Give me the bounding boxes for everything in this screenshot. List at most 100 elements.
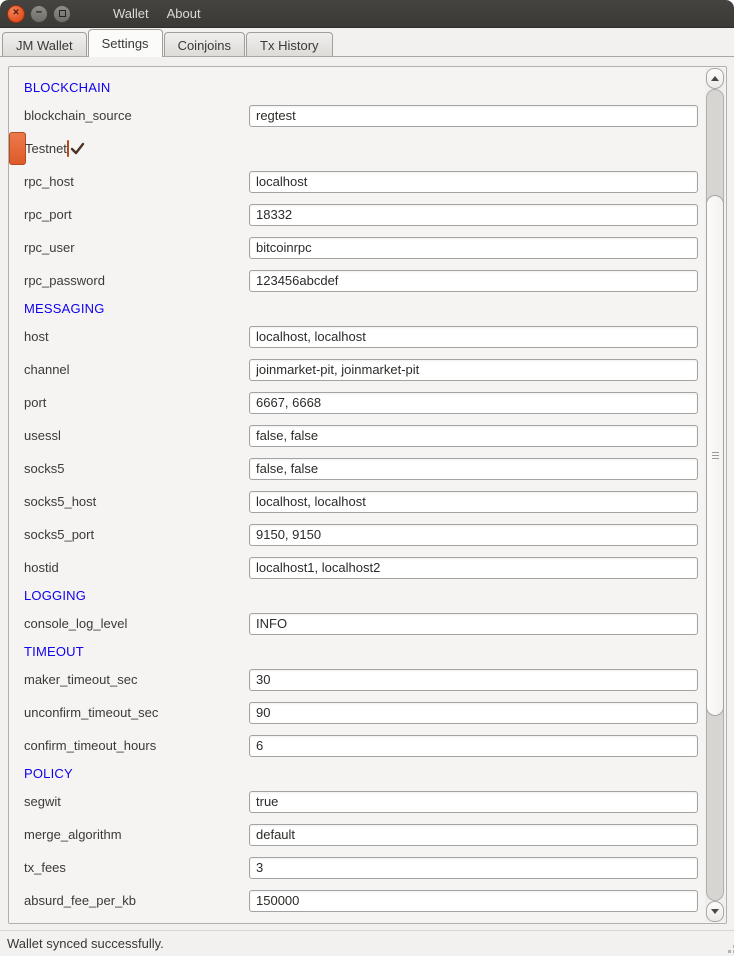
settings-pane: BLOCKCHAINblockchain_sourceTestnetrpc_ho… [0, 57, 734, 930]
field-label-rpc-password: rpc_password [24, 273, 249, 288]
tab-tx-history[interactable]: Tx History [246, 32, 333, 57]
field-row-port: port [9, 386, 708, 419]
tx-fees-input[interactable] [249, 857, 698, 879]
field-label-blockchain-source: blockchain_source [24, 108, 249, 123]
arrow-up-icon [711, 76, 719, 81]
partial-input[interactable] [249, 923, 698, 925]
field-label-channel: channel [24, 362, 249, 377]
unconfirm-timeout-sec-input[interactable] [249, 702, 698, 724]
field-label-host: host [24, 329, 249, 344]
resize-grip[interactable] [728, 950, 731, 953]
menu-about[interactable]: About [158, 1, 210, 26]
field-row-unconfirm-timeout-sec: unconfirm_timeout_sec [9, 696, 708, 729]
statusbar: Wallet synced successfully. [0, 930, 734, 956]
field-row-rpc-host: rpc_host [9, 165, 708, 198]
menubar: Wallet About [104, 1, 210, 26]
section-row-messaging: MESSAGING [9, 297, 708, 320]
tabbar: JM Wallet Settings Coinjoins Tx History [0, 28, 734, 57]
field-row-segwit: segwit [9, 785, 708, 818]
section-row-timeout: TIMEOUT [9, 640, 708, 663]
socks5-host-input[interactable] [249, 491, 698, 513]
vertical-scrollbar [705, 68, 725, 922]
socks5-input[interactable] [249, 458, 698, 480]
minimize-button[interactable]: − [30, 5, 48, 23]
usessl-input[interactable] [249, 425, 698, 447]
arrow-down-icon [711, 909, 719, 914]
field-row-absurd-fee-per-kb: absurd_fee_per_kb [9, 884, 708, 917]
field-row-confirm-timeout-hours: confirm_timeout_hours [9, 729, 708, 762]
field-label-confirm-timeout-hours: confirm_timeout_hours [24, 738, 249, 753]
scrollbar-up-button[interactable] [706, 68, 724, 89]
section-header-logging: LOGGING [24, 588, 86, 603]
field-row-rpc-user: rpc_user [9, 231, 708, 264]
host-input[interactable] [249, 326, 698, 348]
confirm-timeout-hours-input[interactable] [249, 735, 698, 757]
close-button[interactable]: × [7, 5, 25, 23]
joinmarket-wallet-window: × − Wallet About JM Wallet Settings Coin… [0, 0, 734, 956]
tab-coinjoins[interactable]: Coinjoins [164, 32, 245, 57]
maximize-button[interactable] [53, 5, 71, 23]
field-row-tx-fees: tx_fees [9, 851, 708, 884]
channel-input[interactable] [249, 359, 698, 381]
field-label-segwit: segwit [24, 794, 249, 809]
field-row-channel: channel [9, 353, 708, 386]
testnet-checkbox[interactable] [67, 140, 69, 157]
maker-timeout-sec-input[interactable] [249, 669, 698, 691]
scrollbar-grip-icon [712, 452, 719, 459]
field-row-host: host [9, 320, 708, 353]
blockchain-source-input[interactable] [249, 105, 698, 127]
scrollbar-down-button[interactable] [706, 901, 724, 922]
merge-algorithm-input[interactable] [249, 824, 698, 846]
scrollbar-thumb[interactable] [706, 195, 724, 716]
menu-wallet[interactable]: Wallet [104, 1, 158, 26]
console-log-level-input[interactable] [249, 613, 698, 635]
field-label-absurd-fee-per-kb: absurd_fee_per_kb [24, 893, 249, 908]
field-label-maker-timeout-sec: maker_timeout_sec [24, 672, 249, 687]
field-row-partial [9, 917, 708, 924]
rpc-user-input[interactable] [249, 237, 698, 259]
settings-scrollarea: BLOCKCHAINblockchain_sourceTestnetrpc_ho… [8, 66, 727, 924]
field-row-socks5: socks5 [9, 452, 708, 485]
field-row-hostid: hostid [9, 551, 708, 584]
section-header-policy: POLICY [24, 766, 73, 781]
field-label-console-log-level: console_log_level [24, 616, 249, 631]
hostid-input[interactable] [249, 557, 698, 579]
port-input[interactable] [249, 392, 698, 414]
field-row-socks5-host: socks5_host [9, 485, 708, 518]
absurd-fee-per-kb-input[interactable] [249, 890, 698, 912]
section-header-timeout: TIMEOUT [24, 644, 84, 659]
rpc-host-input[interactable] [249, 171, 698, 193]
segwit-input[interactable] [249, 791, 698, 813]
field-label-unconfirm-timeout-sec: unconfirm_timeout_sec [24, 705, 249, 720]
section-header-blockchain: BLOCKCHAIN [24, 80, 111, 95]
tab-settings[interactable]: Settings [88, 29, 163, 57]
socks5-port-input[interactable] [249, 524, 698, 546]
field-label-socks5: socks5 [24, 461, 249, 476]
tab-jm-wallet[interactable]: JM Wallet [2, 32, 87, 57]
field-label-tx-fees: tx_fees [24, 860, 249, 875]
field-row-merge-algorithm: merge_algorithm [9, 818, 708, 851]
field-row-maker-timeout-sec: maker_timeout_sec [9, 663, 708, 696]
section-header-messaging: MESSAGING [24, 301, 105, 316]
field-label-hostid: hostid [24, 560, 249, 575]
field-label-rpc-port: rpc_port [24, 207, 249, 222]
field-label-testnet: Testnet [25, 141, 67, 156]
field-label-usessl: usessl [24, 428, 249, 443]
rpc-password-input[interactable] [249, 270, 698, 292]
section-row-logging: LOGGING [9, 584, 708, 607]
settings-form: BLOCKCHAINblockchain_sourceTestnetrpc_ho… [9, 67, 708, 924]
rpc-port-input[interactable] [249, 204, 698, 226]
field-row-console-log-level: console_log_level [9, 607, 708, 640]
minimize-icon: − [36, 8, 42, 19]
status-message: Wallet synced successfully. [7, 936, 164, 951]
field-row-socks5-port: socks5_port [9, 518, 708, 551]
close-icon: × [13, 8, 19, 19]
section-row-policy: POLICY [9, 762, 708, 785]
field-row-blockchain-source: blockchain_source [9, 99, 708, 132]
field-row-usessl: usessl [9, 419, 708, 452]
maximize-icon [59, 10, 66, 17]
field-row-testnet: Testnet [9, 132, 26, 165]
titlebar: × − Wallet About [0, 0, 734, 28]
field-label-socks5-host: socks5_host [24, 494, 249, 509]
field-label-socks5-port: socks5_port [24, 527, 249, 542]
